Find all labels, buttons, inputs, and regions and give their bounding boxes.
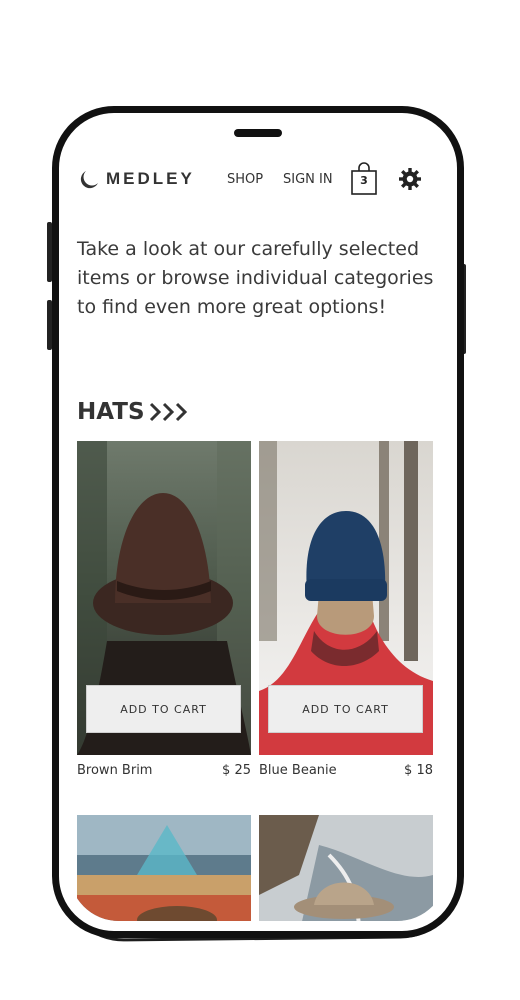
product-info: Blue Beanie $ 18	[259, 763, 433, 778]
product-card[interactable]: ADD TO CART Brown Brim $ 25	[77, 441, 251, 778]
gear-icon[interactable]	[398, 167, 422, 191]
product-price: $ 25	[222, 763, 251, 778]
product-name: Blue Beanie	[259, 763, 337, 778]
brand-logo[interactable]: MEDLEY	[80, 169, 195, 189]
product-card[interactable]	[259, 815, 433, 921]
add-to-cart-button[interactable]: ADD TO CART	[86, 685, 241, 733]
cart-count-badge: 3	[360, 174, 368, 187]
logo-crescent-icon	[80, 171, 98, 189]
product-image	[259, 815, 433, 921]
brand-name: MEDLEY	[106, 169, 195, 188]
product-card[interactable]	[77, 815, 251, 921]
product-image: ADD TO CART	[77, 441, 251, 755]
product-card[interactable]: ADD TO CART Blue Beanie $ 18	[259, 441, 433, 778]
product-image	[77, 815, 251, 921]
product-image: ADD TO CART	[259, 441, 433, 755]
app-header: MEDLEY SHOP SIGN IN 3	[69, 162, 447, 203]
phone-notch	[234, 129, 282, 137]
section-title-label: HATS	[77, 399, 145, 425]
intro-text: Take a look at our carefully selected it…	[77, 238, 434, 318]
section-title-hats[interactable]: HATS	[77, 399, 192, 425]
phone-screen: MEDLEY SHOP SIGN IN 3 Take a look at our…	[69, 123, 447, 921]
phone-frame: MEDLEY SHOP SIGN IN 3 Take a look at our…	[52, 106, 464, 938]
chevron-right-icon	[149, 402, 187, 422]
nav-shop-link[interactable]: SHOP	[227, 172, 263, 187]
product-name: Brown Brim	[77, 763, 153, 778]
product-info: Brown Brim $ 25	[77, 763, 251, 778]
product-price: $ 18	[404, 763, 433, 778]
cart-button[interactable]: 3	[349, 162, 379, 196]
nav-signin-link[interactable]: SIGN IN	[283, 172, 333, 187]
add-to-cart-button[interactable]: ADD TO CART	[268, 685, 423, 733]
